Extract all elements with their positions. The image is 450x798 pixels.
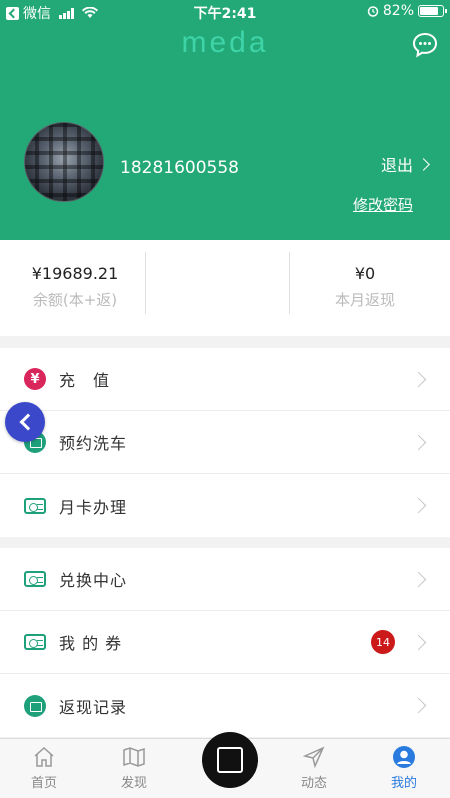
- tab-label: 首页: [30, 776, 57, 791]
- stat-divider: [145, 252, 146, 314]
- chevron-right-icon: [410, 497, 427, 514]
- status-bar: 微信 下午2:41 82%: [0, 0, 450, 24]
- cashback-stat[interactable]: ¥0 本月返现: [290, 252, 440, 310]
- avatar[interactable]: [24, 122, 104, 202]
- record-icon: [24, 694, 46, 717]
- tab-home[interactable]: 首页: [14, 745, 74, 791]
- message-icon[interactable]: [412, 32, 438, 58]
- coupon-count-badge: 14: [371, 630, 395, 654]
- menu-item-cashback-records[interactable]: 返现记录: [0, 674, 450, 737]
- card-icon: [24, 634, 46, 650]
- tab-label: 发现: [120, 776, 147, 791]
- balance-label: 余额(本+返): [32, 291, 118, 309]
- logout-button[interactable]: 退出: [380, 152, 430, 176]
- card-icon: [24, 497, 46, 514]
- battery-icon: [418, 5, 447, 17]
- chevron-right-icon: [410, 571, 427, 587]
- home-icon: [34, 746, 54, 767]
- menu-item-my-coupons[interactable]: 我 的 券 14: [0, 611, 450, 674]
- balance-value: ¥19689.21: [31, 264, 119, 283]
- battery-percent: 82%: [382, 3, 414, 19]
- yen-icon: ¥: [24, 368, 46, 390]
- alarm-icon: [367, 6, 379, 17]
- menu-item-label: 预约洗车: [59, 434, 128, 453]
- user-phone: 18281600558: [120, 158, 239, 178]
- scan-button[interactable]: [202, 732, 258, 788]
- chevron-right-icon: [410, 634, 427, 650]
- menu-item-label: 月卡办理: [59, 497, 128, 517]
- chevron-left-icon: [19, 413, 36, 431]
- menu-item-label: 返现记录: [59, 697, 128, 717]
- balance-stat[interactable]: ¥19689.21 余额(本+返): [0, 252, 150, 310]
- card-icon: [24, 571, 46, 587]
- menu-item-label: 充 值: [59, 371, 111, 390]
- bottom-tab-bar: 首页 发现 动态 我的: [0, 732, 450, 798]
- profile-header: meda 18281600558 退出 修改密码: [0, 24, 450, 240]
- chevron-right-icon: [410, 371, 427, 387]
- tab-mine[interactable]: 我的: [374, 745, 434, 791]
- cashback-label: 本月返现: [334, 291, 395, 309]
- chevron-right-icon: [410, 697, 427, 714]
- menu-group-services: ¥ 充 值 预约洗车 月卡办理: [0, 348, 450, 537]
- menu-item-recharge[interactable]: ¥ 充 值: [0, 348, 450, 411]
- menu-item-label: 我 的 券: [59, 634, 123, 653]
- chevron-right-icon: [417, 157, 430, 171]
- tab-label: 我的: [390, 776, 417, 791]
- tab-feed[interactable]: 动态: [284, 745, 344, 791]
- floating-back-button[interactable]: [5, 402, 45, 442]
- tab-label: 动态: [300, 776, 327, 791]
- change-password-link[interactable]: 修改密码: [353, 194, 413, 215]
- menu-item-label: 兑换中心: [59, 571, 128, 590]
- tab-discover[interactable]: 发现: [104, 745, 164, 791]
- chevron-right-icon: [410, 434, 427, 450]
- app-logo: meda: [181, 26, 269, 59]
- menu-item-book-wash[interactable]: 预约洗车: [0, 411, 450, 474]
- menu-group-account: 兑换中心 我 的 券 14 返现记录: [0, 548, 450, 737]
- logout-label: 退出: [380, 156, 413, 175]
- map-icon: [123, 747, 145, 767]
- user-icon: [393, 746, 415, 768]
- menu-item-exchange-center[interactable]: 兑换中心: [0, 548, 450, 611]
- send-icon: [302, 746, 325, 769]
- scan-icon: [217, 747, 243, 773]
- cashback-value: ¥0: [354, 264, 376, 283]
- account-stats: ¥19689.21 余额(本+返) ¥0 本月返现: [0, 240, 450, 336]
- menu-item-monthly-card[interactable]: 月卡办理: [0, 474, 450, 537]
